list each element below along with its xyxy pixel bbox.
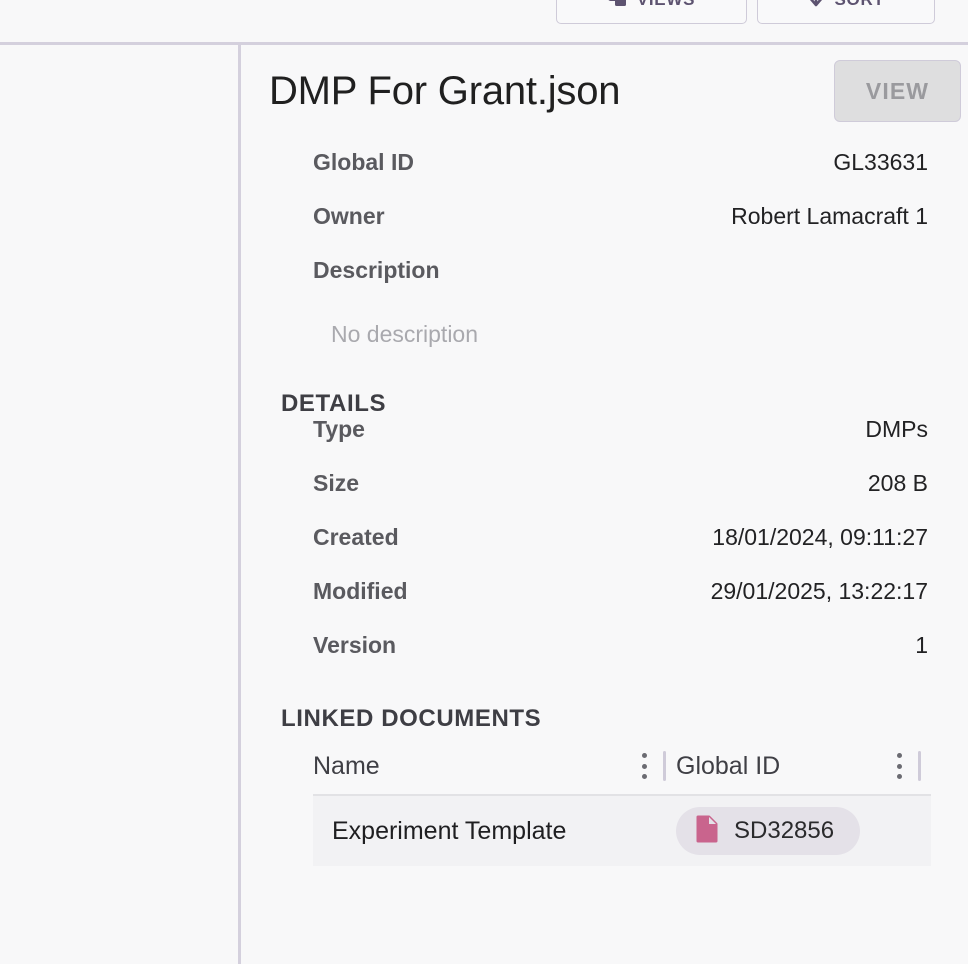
page-title: DMP For Grant.json [269,69,621,113]
field-label: Modified [313,578,408,604]
sort-button[interactable]: SORT [757,0,935,24]
column-header-label: Global ID [676,751,781,780]
field-label: Global ID [313,149,414,175]
views-icon [608,0,628,13]
column-menu-icon[interactable] [890,752,908,780]
detail-header: DMP For Grant.json VIEW [269,58,961,124]
field-version: Version 1 [241,632,968,686]
field-owner: Owner Robert Lamacraft 1 [241,203,968,257]
field-label: Owner [313,203,385,229]
sort-button-label: SORT [834,0,884,10]
field-value: DMPs [865,416,928,442]
views-button-label: VIEWS [637,0,695,10]
field-description: Description [241,257,968,311]
global-id-chip[interactable]: SD32856 [676,807,861,855]
details-list: Type DMPs Size 208 B Created 18/01/2024,… [241,416,968,686]
column-menu-icon[interactable] [635,752,653,780]
cell-global-id: SD32856 [676,807,931,855]
field-value: GL33631 [833,149,928,175]
chip-label: SD32856 [734,817,835,844]
view-button[interactable]: VIEW [834,60,961,122]
linked-documents-heading: LINKED DOCUMENTS [281,705,542,732]
document-file-icon [696,815,718,848]
linked-documents-table: Name Global ID Experiment Template SD328… [313,738,931,866]
field-label: Type [313,416,365,442]
summary-list: Global ID GL33631 Owner Robert Lamacraft… [241,149,968,357]
table-body: Experiment Template SD32856 [313,794,931,866]
sort-down-arrow-icon [807,0,825,13]
column-header-global-id[interactable]: Global ID [676,738,931,794]
column-header-name[interactable]: Name [313,738,676,794]
field-value: Robert Lamacraft 1 [731,203,928,229]
field-global-id: Global ID GL33631 [241,149,968,203]
detail-pane: DMP For Grant.json VIEW Global ID GL3363… [241,45,968,964]
field-value: 29/01/2025, 13:22:17 [710,578,928,604]
field-created: Created 18/01/2024, 09:11:27 [241,524,968,578]
field-size: Size 208 B [241,470,968,524]
column-resize-handle[interactable] [663,751,666,781]
left-pane [0,45,238,964]
field-value: 1 [915,632,928,658]
description-placeholder: No description [331,321,479,347]
field-label: Size [313,470,360,496]
field-value: 18/01/2024, 09:11:27 [712,524,928,550]
top-toolbar: VIEWS SORT [0,0,968,42]
field-label: Created [313,524,399,550]
table-header-row: Name Global ID [313,738,931,794]
field-value: 208 B [867,470,928,496]
details-section-heading: DETAILS [281,390,387,417]
views-button[interactable]: VIEWS [556,0,747,24]
field-modified: Modified 29/01/2025, 13:22:17 [241,578,968,632]
column-header-label: Name [313,751,380,780]
column-resize-handle[interactable] [918,751,921,781]
field-label: Description [313,257,440,283]
field-label: Version [313,632,397,658]
cell-name: Experiment Template [332,816,567,845]
field-type: Type DMPs [241,416,968,470]
table-row[interactable]: Experiment Template SD32856 [313,796,931,866]
